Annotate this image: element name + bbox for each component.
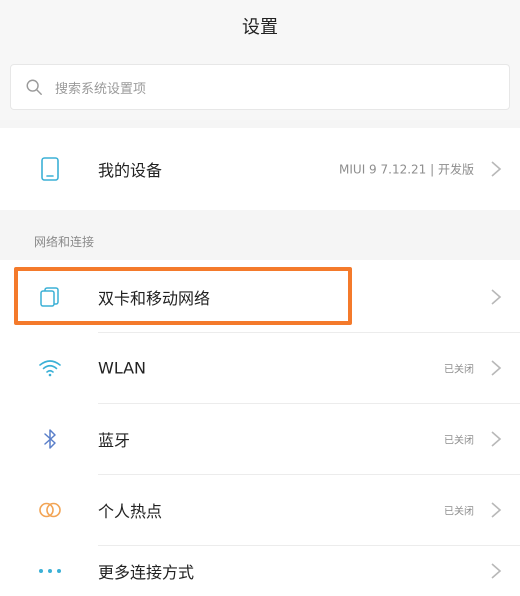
my-device-label: 我的设备 — [98, 161, 163, 180]
page-header: 设置 — [0, 0, 520, 52]
dual-sim-icon — [38, 285, 62, 309]
more-dots-icon — [38, 559, 62, 583]
search-bar-container: 搜索系统设置项 — [0, 52, 520, 120]
search-placeholder: 搜索系统设置项 — [55, 81, 147, 97]
network-item-label: WLAN — [98, 358, 147, 378]
network-item-wlan[interactable]: WLAN 已关闭 — [0, 333, 520, 403]
bluetooth-icon — [38, 427, 62, 451]
chevron-right-icon — [491, 289, 502, 305]
my-device-version: MIUI 9 7.12.21 | 开发版 — [339, 162, 474, 177]
chevron-right-icon — [491, 360, 502, 376]
network-item-hotspot[interactable]: 个人热点 已关闭 — [0, 475, 520, 545]
network-item-label: 双卡和移动网络 — [98, 289, 211, 308]
network-item-bluetooth[interactable]: 蓝牙 已关闭 — [0, 404, 520, 474]
my-device-row[interactable]: 我的设备 MIUI 9 7.12.21 | 开发版 — [0, 134, 520, 204]
chevron-right-icon — [491, 563, 502, 579]
search-icon — [26, 79, 42, 95]
wifi-icon — [38, 356, 62, 380]
network-item-label: 蓝牙 — [98, 431, 131, 450]
chevron-right-icon — [491, 431, 502, 447]
page-title: 设置 — [242, 17, 278, 38]
chevron-right-icon — [491, 161, 502, 177]
status-value: 已关闭 — [444, 435, 474, 447]
hotspot-icon — [38, 498, 62, 522]
status-value: 已关闭 — [444, 506, 474, 518]
network-item-label: 更多连接方式 — [98, 563, 195, 582]
search-input[interactable]: 搜索系统设置项 — [10, 64, 510, 110]
phone-icon — [38, 157, 62, 181]
network-item-more[interactable]: 更多连接方式 — [0, 546, 520, 596]
status-value: 已关闭 — [444, 364, 474, 376]
section-title-network: 网络和连接 — [34, 235, 95, 249]
network-item-label: 个人热点 — [98, 502, 163, 521]
network-item-dual-sim[interactable]: 双卡和移动网络 — [0, 262, 520, 332]
chevron-right-icon — [491, 502, 502, 518]
